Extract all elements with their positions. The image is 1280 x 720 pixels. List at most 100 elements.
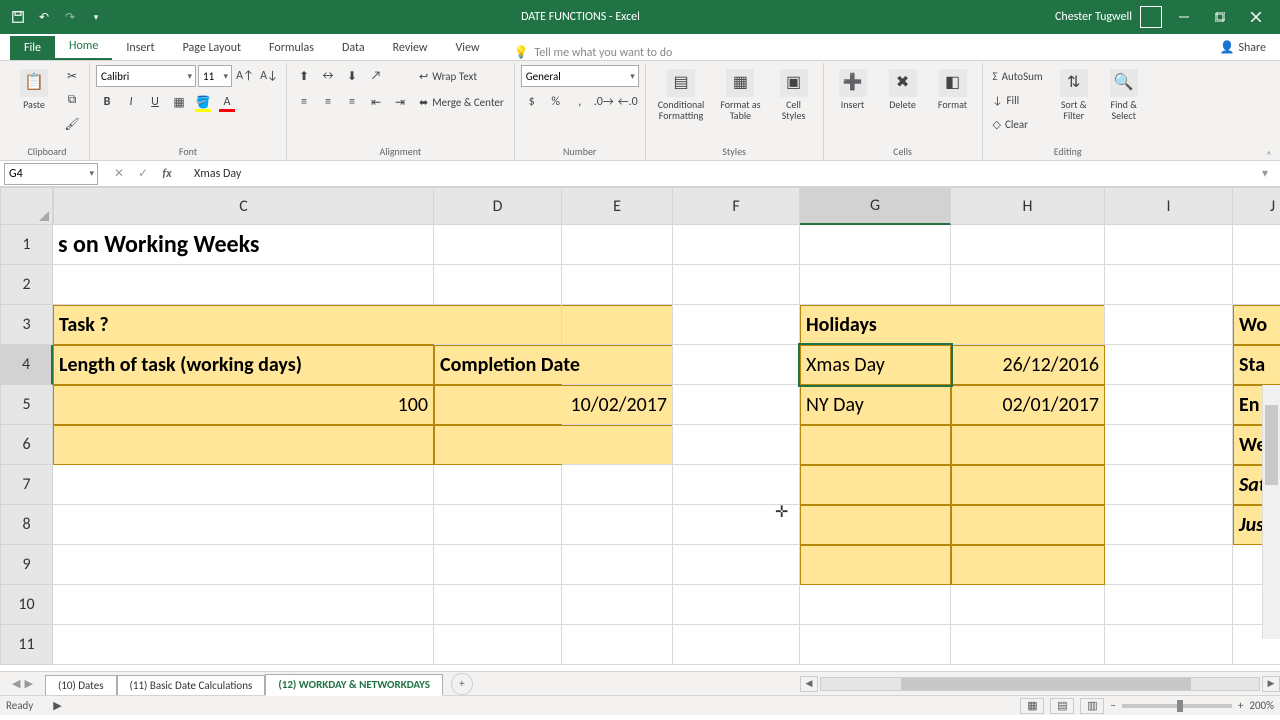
- sheet-tab-2[interactable]: (12) WORKDAY & NETWORKDAYS: [265, 674, 443, 696]
- cell-F1[interactable]: [673, 225, 800, 265]
- percent-icon[interactable]: %: [545, 91, 567, 113]
- cell-D3[interactable]: [434, 305, 562, 345]
- comma-icon[interactable]: ,: [569, 91, 591, 113]
- row-header-2[interactable]: 2: [0, 265, 53, 305]
- sort-filter-button[interactable]: ⇅Sort & Filter: [1051, 65, 1097, 125]
- row-header-9[interactable]: 9: [0, 545, 53, 585]
- restore-icon[interactable]: [1206, 3, 1234, 31]
- cell-F11[interactable]: [673, 625, 800, 665]
- fx-icon[interactable]: fx: [156, 163, 178, 185]
- cell-G11[interactable]: [800, 625, 951, 665]
- format-painter-icon[interactable]: 🖌: [61, 113, 83, 135]
- cell-H9[interactable]: [951, 545, 1105, 585]
- cell-J1[interactable]: [1233, 225, 1280, 265]
- undo-icon[interactable]: ↶: [34, 7, 54, 27]
- cell-G9[interactable]: [800, 545, 951, 585]
- cell-styles-button[interactable]: ▣Cell Styles: [771, 65, 817, 125]
- hscroll-right-icon[interactable]: ▶: [1262, 676, 1280, 692]
- select-all-corner[interactable]: [0, 187, 53, 225]
- cell-F4[interactable]: [673, 345, 800, 385]
- hscroll-left-icon[interactable]: ◀: [800, 676, 818, 692]
- cell-C2[interactable]: [53, 265, 434, 305]
- cell-C7[interactable]: [53, 465, 434, 505]
- cell-I6[interactable]: [1105, 425, 1233, 465]
- cell-I2[interactable]: [1105, 265, 1233, 305]
- cell-D10[interactable]: [434, 585, 562, 625]
- vscroll-thumb[interactable]: [1265, 405, 1278, 485]
- horizontal-scrollbar[interactable]: [820, 677, 1260, 691]
- cell-G2[interactable]: [800, 265, 951, 305]
- row-header-1[interactable]: 1: [0, 225, 53, 265]
- align-right-icon[interactable]: ≡: [341, 91, 363, 113]
- font-color-icon[interactable]: A: [216, 91, 238, 113]
- redo-icon[interactable]: ↷: [60, 7, 80, 27]
- file-tab[interactable]: File: [10, 36, 55, 60]
- cell-H5[interactable]: 02/01/2017: [951, 385, 1105, 425]
- sheet-tab-1[interactable]: (11) Basic Date Calculations: [117, 675, 266, 695]
- clear-button[interactable]: ◇Clear: [989, 113, 1047, 135]
- save-icon[interactable]: [8, 7, 28, 27]
- font-name[interactable]: Calibri: [96, 65, 196, 87]
- expand-formula-icon[interactable]: ▾: [1254, 163, 1276, 185]
- cell-I9[interactable]: [1105, 545, 1233, 585]
- col-header-I[interactable]: I: [1105, 187, 1233, 225]
- cell-G6[interactable]: [800, 425, 951, 465]
- cell-C9[interactable]: [53, 545, 434, 585]
- row-header-7[interactable]: 7: [0, 465, 53, 505]
- zoom-out-icon[interactable]: −: [1110, 699, 1115, 712]
- number-format[interactable]: General: [521, 65, 639, 87]
- cell-E8[interactable]: [562, 505, 673, 545]
- align-middle-icon[interactable]: ↔: [317, 65, 339, 87]
- cell-C1[interactable]: s on Working Weeks: [53, 225, 434, 265]
- cell-I11[interactable]: [1105, 625, 1233, 665]
- bold-button[interactable]: B: [96, 91, 118, 113]
- fill-button[interactable]: ↓Fill: [989, 89, 1047, 111]
- decrease-decimal-icon[interactable]: ←.0: [617, 91, 639, 113]
- format-cells-button[interactable]: ◧Format: [930, 65, 976, 114]
- cell-G5[interactable]: NY Day: [800, 385, 951, 425]
- cell-E1[interactable]: [562, 225, 673, 265]
- collapse-ribbon-icon[interactable]: ˄: [1262, 148, 1276, 162]
- cell-D1[interactable]: [434, 225, 562, 265]
- enter-formula-icon[interactable]: ✓: [132, 163, 154, 185]
- cell-F6[interactable]: [673, 425, 800, 465]
- conditional-formatting-button[interactable]: ▤Conditional Formatting: [652, 65, 711, 125]
- sheet-tab-0[interactable]: (10) Dates: [45, 675, 117, 695]
- page-break-icon[interactable]: ▥: [1080, 698, 1104, 714]
- align-top-icon[interactable]: ⬆: [293, 65, 315, 87]
- row-header-8[interactable]: 8: [0, 505, 53, 545]
- col-header-G[interactable]: G: [800, 187, 951, 225]
- tab-formulas[interactable]: Formulas: [255, 36, 328, 60]
- cut-icon[interactable]: ✂: [61, 65, 83, 87]
- cell-E3[interactable]: [562, 305, 673, 345]
- cell-E5[interactable]: [562, 385, 673, 425]
- tab-home[interactable]: Home: [55, 34, 112, 60]
- underline-button[interactable]: U: [144, 91, 166, 113]
- cell-G1[interactable]: [800, 225, 951, 265]
- col-header-C[interactable]: C: [53, 187, 434, 225]
- align-left-icon[interactable]: ≡: [293, 91, 315, 113]
- cell-I4[interactable]: [1105, 345, 1233, 385]
- cell-G8[interactable]: [800, 505, 951, 545]
- cell-J3[interactable]: Wo: [1233, 305, 1280, 345]
- cell-H6[interactable]: [951, 425, 1105, 465]
- tab-data[interactable]: Data: [328, 36, 379, 60]
- cell-E9[interactable]: [562, 545, 673, 585]
- zoom-slider[interactable]: [1122, 704, 1232, 708]
- format-table-button[interactable]: ▦Format as Table: [714, 65, 766, 125]
- cell-E11[interactable]: [562, 625, 673, 665]
- cell-J2[interactable]: [1233, 265, 1280, 305]
- cell-I3[interactable]: [1105, 305, 1233, 345]
- cell-E7[interactable]: [562, 465, 673, 505]
- cell-F2[interactable]: [673, 265, 800, 305]
- increase-font-icon[interactable]: A↑: [234, 65, 256, 87]
- cell-D2[interactable]: [434, 265, 562, 305]
- row-header-4[interactable]: 4: [0, 345, 53, 385]
- macro-icon[interactable]: ▶: [53, 699, 61, 712]
- cell-H4[interactable]: 26/12/2016: [951, 345, 1105, 385]
- zoom-in-icon[interactable]: +: [1238, 699, 1243, 712]
- italic-button[interactable]: I: [120, 91, 142, 113]
- accounting-icon[interactable]: $: [521, 91, 543, 113]
- cell-D11[interactable]: [434, 625, 562, 665]
- cell-F10[interactable]: [673, 585, 800, 625]
